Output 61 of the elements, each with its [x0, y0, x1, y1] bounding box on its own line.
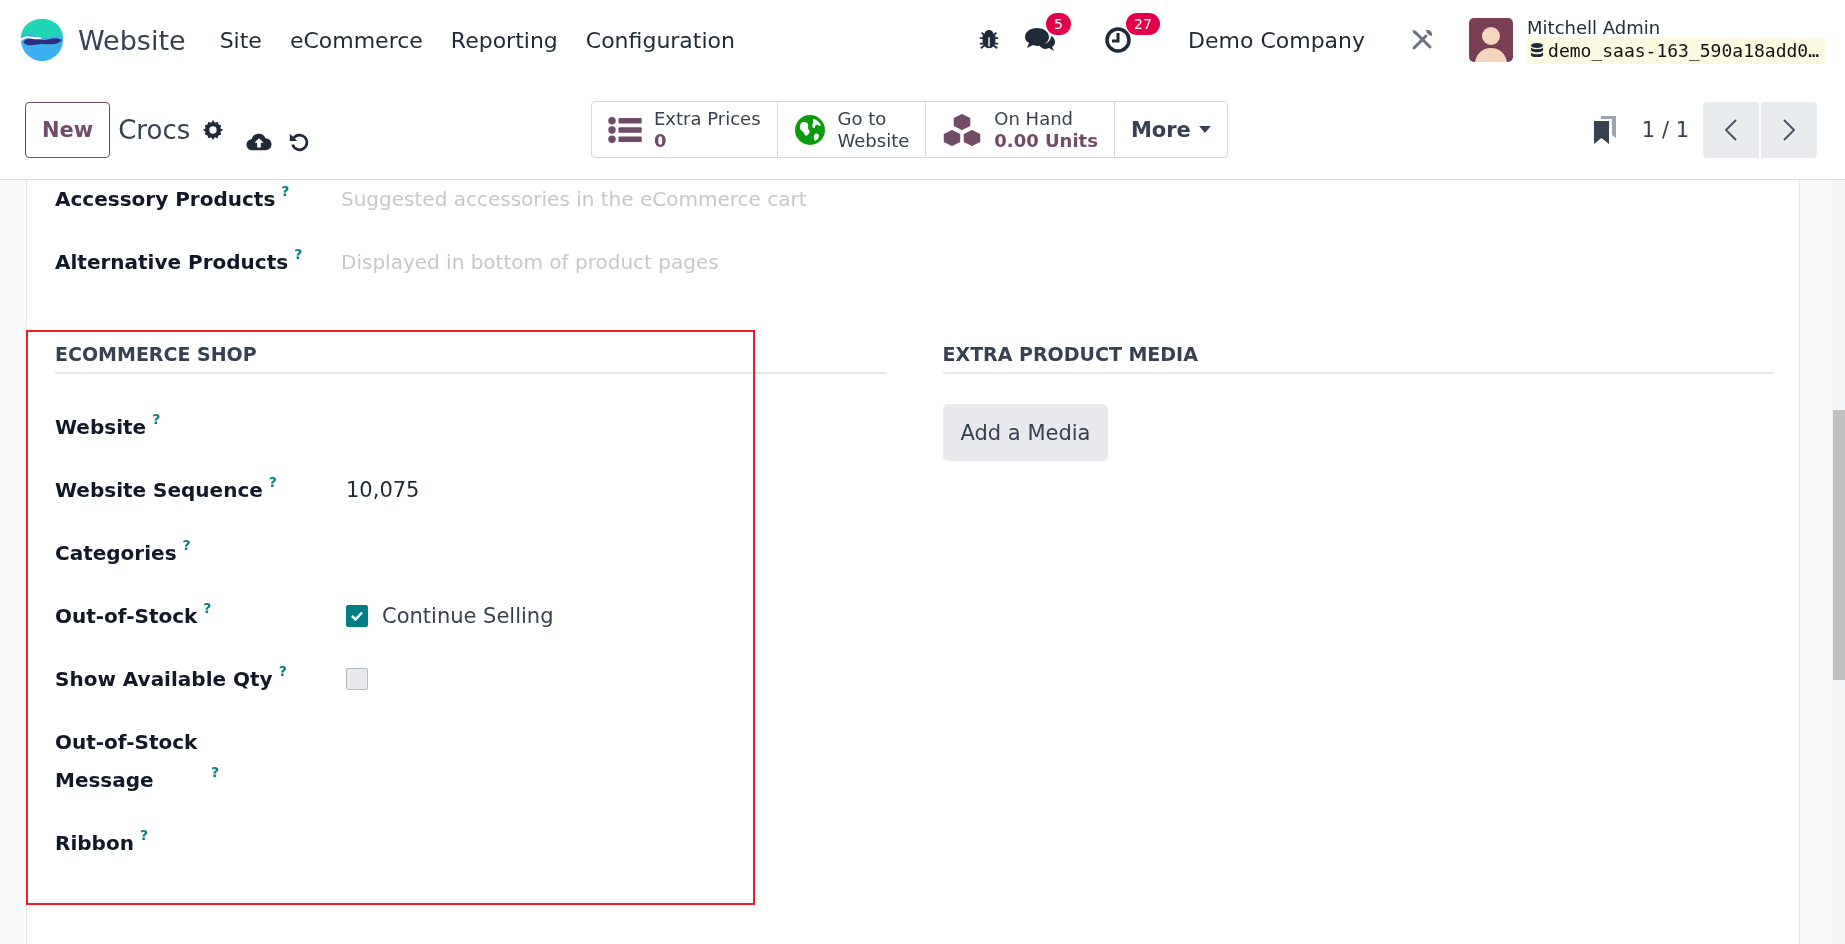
- record-name: Crocs: [118, 114, 191, 145]
- app-name[interactable]: Website: [78, 24, 186, 56]
- bug-icon[interactable]: [978, 29, 1001, 51]
- database-name: demo_saas-163_590a18add0…: [1527, 37, 1825, 64]
- help-tooltip[interactable]: ?: [182, 538, 191, 552]
- input-field[interactable]: Displayed in bottom of product pages: [341, 243, 901, 281]
- menu-item[interactable]: Reporting: [450, 27, 558, 53]
- help-tooltip[interactable]: ?: [281, 184, 290, 198]
- menu-item[interactable]: Configuration: [585, 27, 735, 53]
- clock-icon[interactable]: [1104, 26, 1133, 54]
- help-tooltip[interactable]: ?: [278, 664, 287, 678]
- input-field[interactable]: Suggested accessories in the eCommerce cart: [341, 180, 901, 218]
- help-tooltip[interactable]: ?: [268, 475, 277, 489]
- database-icon: [1531, 43, 1544, 57]
- chevron-right-icon: [1783, 118, 1795, 141]
- chat-bubbles-icon[interactable]: [1024, 26, 1057, 54]
- list-icon: [608, 116, 642, 143]
- chevron-left-icon: [1725, 118, 1737, 141]
- section-heading: ECOMMERCE SHOP: [55, 342, 887, 374]
- checkmark-icon: [351, 611, 363, 621]
- field-label: Show Available Qty: [55, 666, 273, 693]
- field-label: Website: [55, 414, 147, 441]
- stat-button[interactable]: On Hand 0.00 Units: [925, 101, 1115, 158]
- field-value[interactable]: 10,075: [346, 478, 420, 502]
- caret-icon: [1198, 126, 1211, 133]
- new-button[interactable]: New: [25, 101, 111, 158]
- checkbox[interactable]: [346, 605, 368, 627]
- checkbox-label[interactable]: Continue Selling: [382, 604, 554, 628]
- help-tooltip[interactable]: ?: [294, 247, 303, 261]
- field-label: Website Sequence: [55, 477, 263, 504]
- avatar-icon[interactable]: [1469, 18, 1514, 62]
- more-button[interactable]: More: [1113, 101, 1228, 158]
- globe-icon: [793, 113, 826, 146]
- add-media-button[interactable]: Add a Media: [942, 404, 1109, 461]
- help-tooltip[interactable]: ?: [203, 601, 212, 615]
- field-label: Categories: [55, 540, 177, 567]
- field-label: Out-of-Stock: [55, 603, 198, 630]
- app-logo: [20, 18, 64, 62]
- field-label: Accessory Products: [55, 186, 276, 213]
- gear-icon[interactable]: [202, 118, 225, 141]
- menu-item[interactable]: Site: [219, 27, 262, 53]
- menu-item[interactable]: eCommerce: [289, 27, 423, 53]
- field-label: Out-of-Stock Message: [55, 729, 199, 794]
- company-switcher[interactable]: Demo Company: [1188, 27, 1366, 53]
- help-tooltip[interactable]: ?: [211, 765, 220, 779]
- checkbox[interactable]: [346, 668, 368, 690]
- field-label: Alternative Products: [55, 249, 289, 276]
- pager-value: 1 / 1: [1641, 117, 1689, 142]
- notification-badge: 27: [1126, 13, 1160, 35]
- user-name[interactable]: Mitchell Admin: [1527, 16, 1825, 38]
- help-tooltip[interactable]: ?: [152, 412, 161, 426]
- section-heading: EXTRA PRODUCT MEDIA: [942, 342, 1774, 374]
- cubes-icon: [942, 111, 983, 148]
- scrollbar-thumb[interactable]: [1833, 410, 1845, 680]
- bookmark-icon[interactable]: [1593, 115, 1616, 144]
- field-label: Ribbon: [55, 830, 134, 857]
- scrollbar[interactable]: [1832, 180, 1845, 944]
- help-tooltip[interactable]: ?: [139, 828, 148, 842]
- stat-button[interactable]: Go to Website: [776, 101, 927, 158]
- notification-badge: 5: [1046, 13, 1071, 35]
- stat-button[interactable]: Extra Prices 0: [591, 101, 778, 158]
